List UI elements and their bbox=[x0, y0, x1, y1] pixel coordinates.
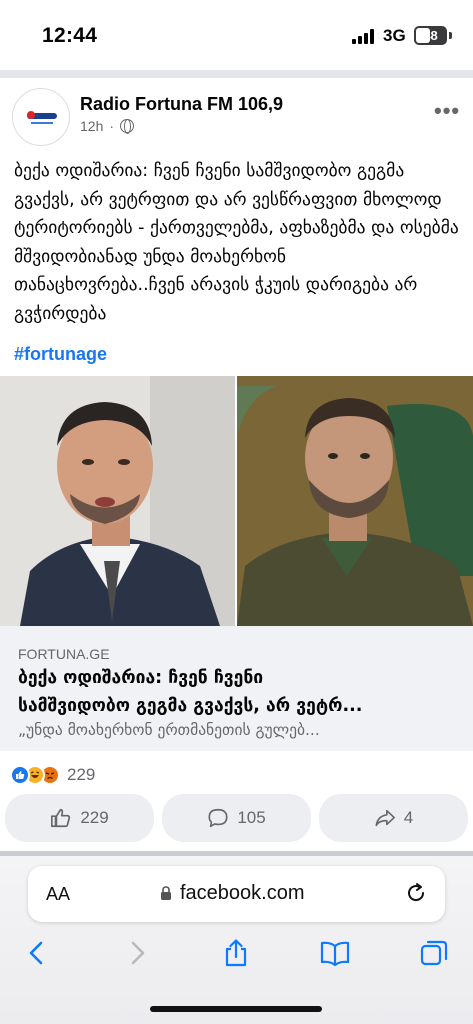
network-type: 3G bbox=[383, 26, 406, 45]
page-name[interactable]: Radio Fortuna FM 106,9 bbox=[80, 94, 283, 115]
tabs-icon[interactable] bbox=[419, 938, 449, 968]
globe-icon bbox=[120, 119, 135, 134]
reader-aa-button[interactable]: AA bbox=[46, 884, 70, 905]
reload-icon[interactable] bbox=[405, 882, 427, 904]
link-title-line1: ბექა ოდიშარია: ჩვენ ჩვენი bbox=[18, 668, 264, 688]
status-time: 12:44 bbox=[42, 24, 98, 47]
page-avatar[interactable] bbox=[12, 88, 70, 146]
post-time[interactable]: 12h bbox=[80, 118, 103, 134]
comment-button[interactable]: 105 bbox=[162, 794, 311, 842]
link-title[interactable]: ბექა ოდიშარია: ჩვენ ჩვენი სამშვიდობო გეგ… bbox=[18, 664, 458, 720]
url-text[interactable]: facebook.com bbox=[180, 882, 305, 905]
share-button[interactable]: 4 bbox=[319, 794, 468, 842]
post-text: ბექა ოდიშარია: ჩვენ ჩვენი სამშვიდობო გეგ… bbox=[14, 161, 459, 324]
battery-icon: 48 bbox=[414, 26, 447, 45]
signal-icon bbox=[352, 28, 378, 44]
post-image-left[interactable] bbox=[0, 376, 235, 626]
home-indicator bbox=[150, 1006, 322, 1012]
status-bar: 12:44 3G 48 bbox=[0, 0, 473, 70]
comment-icon bbox=[208, 808, 228, 828]
like-reaction-icon bbox=[10, 765, 30, 785]
person-portrait-right bbox=[237, 376, 473, 626]
share-icon bbox=[375, 809, 395, 827]
forward-icon[interactable] bbox=[122, 938, 152, 968]
share-sheet-icon[interactable] bbox=[221, 938, 251, 968]
back-icon[interactable] bbox=[22, 938, 52, 968]
link-description: „უნდა მოახერხონ ერთმანეთის გულებ... bbox=[18, 721, 320, 739]
post-header: Radio Fortuna FM 106,9 12h · ••• bbox=[0, 78, 473, 150]
share-count: 4 bbox=[403, 808, 414, 827]
comment-count: 105 bbox=[237, 808, 266, 827]
post-image-right[interactable] bbox=[237, 376, 473, 626]
more-options-icon[interactable]: ••• bbox=[434, 98, 460, 124]
reaction-count: 229 bbox=[67, 765, 96, 784]
thumbs-up-icon bbox=[51, 808, 71, 828]
bookmarks-icon[interactable] bbox=[320, 938, 350, 968]
person-portrait-left bbox=[0, 376, 235, 626]
lock-icon bbox=[161, 886, 171, 900]
hashtag-link[interactable]: #fortunage bbox=[14, 344, 107, 365]
meta-separator: · bbox=[109, 118, 115, 134]
feed-separator bbox=[0, 70, 473, 78]
like-button[interactable]: 229 bbox=[5, 794, 154, 842]
post-meta: 12h · bbox=[80, 118, 135, 134]
reactions-summary[interactable]: 229 bbox=[10, 762, 95, 788]
battery-tip bbox=[449, 32, 452, 39]
link-title-line2: სამშვიდობო გეგმა გვაქვს, არ ვეტრ... bbox=[18, 696, 363, 716]
link-domain: FORTUNA.GE bbox=[18, 646, 110, 662]
like-count: 229 bbox=[80, 808, 109, 827]
battery-level: 48 bbox=[423, 28, 438, 43]
